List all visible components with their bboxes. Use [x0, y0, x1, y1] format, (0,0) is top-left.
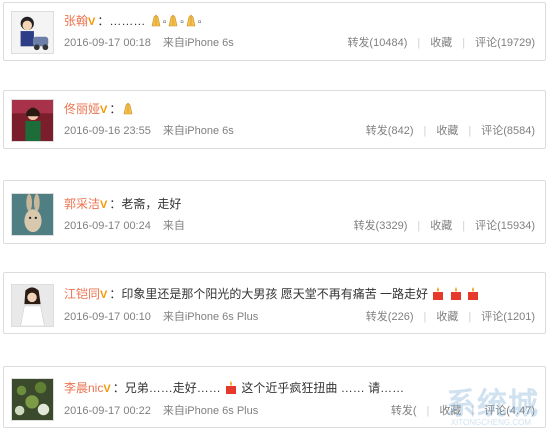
- comment-button[interactable]: 评论(1201): [481, 311, 535, 323]
- comment-meta: 2016-09-17 00:24 来自: [64, 219, 185, 233]
- comment-actions: 转发(226) | 收藏 | 评论(1201): [366, 310, 535, 324]
- verified-icon: V: [100, 289, 108, 301]
- comment-text-line: 张翰V：……… ▫ ▫ ▫: [64, 13, 202, 28]
- comment-card: 江铠同V ：印象里还是那个阳光的大男孩 愿天堂不再有痛苦 一路走好 2016-09…: [3, 272, 546, 334]
- comment-card: 张翰V：……… ▫ ▫ ▫ 2016-09-17 00:18 来自iPhone 6s …: [3, 2, 546, 61]
- favorite-button[interactable]: 收藏: [436, 311, 458, 323]
- repost-button[interactable]: 转发(842): [366, 125, 414, 137]
- comment-text-line: 李晨nicV ：兄弟……走好…… 这个近乎疯狂扭曲 …… 请……: [64, 380, 405, 395]
- candle-emoji-icon: [449, 286, 463, 300]
- comment-button[interactable]: 评论(19729): [475, 37, 535, 49]
- watermark: 系统城: [446, 388, 539, 421]
- comment-button[interactable]: 评论(15934): [475, 220, 535, 232]
- favorite-button[interactable]: 收藏: [430, 37, 452, 49]
- divider: |: [468, 311, 472, 323]
- repost-button[interactable]: 转发(3329): [354, 220, 408, 232]
- timestamp-link[interactable]: 2016-09-16 23:55: [64, 125, 151, 137]
- comment-text-line: 江铠同V ：印象里还是那个阳光的大男孩 愿天堂不再有痛苦 一路走好: [64, 286, 480, 303]
- avatar[interactable]: [11, 193, 54, 236]
- comment-card: 佟丽娅V： 2016-09-16 23:55 来自iPhone 6s 转发(842…: [3, 90, 546, 149]
- avatar[interactable]: [11, 284, 54, 327]
- username-link[interactable]: 李晨nic: [64, 381, 103, 395]
- comment-button[interactable]: 评论(8584): [481, 125, 535, 137]
- divider: |: [426, 405, 430, 417]
- candle-emoji-icon: [431, 286, 445, 300]
- divider: |: [417, 220, 421, 232]
- username-link[interactable]: 佟丽娅: [64, 102, 100, 116]
- comment-meta: 2016-09-17 00:18 来自iPhone 6s: [64, 36, 234, 50]
- comment-card: 李晨nicV ：兄弟……走好…… 这个近乎疯狂扭曲 …… 请…… 2016-09-…: [3, 366, 546, 428]
- comment-actions: 转发(842) | 收藏 | 评论(8584): [366, 124, 535, 138]
- username-link[interactable]: 张翰: [64, 14, 88, 28]
- divider: |: [417, 37, 421, 49]
- favorite-button[interactable]: 收藏: [430, 220, 452, 232]
- source-label: 来自iPhone 6s: [162, 125, 234, 137]
- repost-button[interactable]: 转发(: [391, 405, 417, 417]
- pray-emoji-icon: [121, 101, 135, 115]
- comment-text: 兄弟……走好……: [124, 381, 221, 395]
- pray-emoji-icon: [184, 13, 198, 27]
- pray-emoji-icon: [166, 13, 180, 27]
- favorite-button[interactable]: 收藏: [436, 125, 458, 137]
- comment-text: 老斋，走好: [121, 197, 182, 211]
- repost-button[interactable]: 转发(10484): [347, 37, 407, 49]
- timestamp-link[interactable]: 2016-09-17 00:10: [64, 311, 151, 323]
- verified-icon: V: [88, 16, 96, 28]
- source-label: 来自iPhone 6s: [162, 37, 234, 49]
- comment-actions: 转发(3329) | 收藏 | 评论(15934): [354, 219, 535, 233]
- divider: |: [468, 125, 472, 137]
- candle-emoji-icon: [466, 286, 480, 300]
- source-label: 来自iPhone 6s Plus: [162, 405, 259, 417]
- avatar[interactable]: [11, 99, 54, 142]
- watermark-subtext: XITONGCHENG.COM: [450, 418, 531, 427]
- timestamp-link[interactable]: 2016-09-17 00:22: [64, 405, 151, 417]
- pray-emoji-icon: [149, 13, 163, 27]
- candle-emoji-icon: [224, 380, 238, 394]
- comment-card: 郭采洁V ：老斋，走好 2016-09-17 00:24 来自 转发(3329) | 收…: [3, 180, 546, 244]
- comment-actions: 转发(10484) | 收藏 | 评论(19729): [347, 36, 535, 50]
- repost-button[interactable]: 转发(226): [366, 311, 414, 323]
- comment-meta: 2016-09-17 00:10 来自iPhone 6s Plus: [64, 310, 258, 324]
- verified-icon: V: [100, 199, 108, 211]
- verified-icon: V: [103, 383, 111, 395]
- source-label: 来自iPhone 6s Plus: [162, 311, 259, 323]
- timestamp-link[interactable]: 2016-09-17 00:24: [64, 220, 151, 232]
- divider: |: [462, 220, 466, 232]
- divider: |: [423, 125, 427, 137]
- comment-text-line: 佟丽娅V：: [64, 101, 135, 118]
- avatar[interactable]: [11, 11, 54, 54]
- source-label: 来自: [162, 220, 185, 232]
- comment-text-continued: 这个近乎疯狂扭曲 …… 请……: [241, 381, 405, 395]
- divider: |: [462, 37, 466, 49]
- username-link[interactable]: 江铠同: [64, 287, 100, 301]
- divider: |: [423, 311, 427, 323]
- username-link[interactable]: 郭采洁: [64, 197, 100, 211]
- comment-text-line: 郭采洁V ：老斋，走好: [64, 197, 182, 211]
- avatar[interactable]: [11, 378, 54, 421]
- comment-text: ………: [109, 14, 146, 28]
- comment-meta: 2016-09-17 00:22 来自iPhone 6s Plus: [64, 404, 258, 418]
- timestamp-link[interactable]: 2016-09-17 00:18: [64, 37, 151, 49]
- verified-icon: V: [100, 104, 108, 116]
- comment-text: 印象里还是那个阳光的大男孩 愿天堂不再有痛苦 一路走好: [121, 287, 429, 301]
- comment-meta: 2016-09-16 23:55 来自iPhone 6s: [64, 124, 234, 138]
